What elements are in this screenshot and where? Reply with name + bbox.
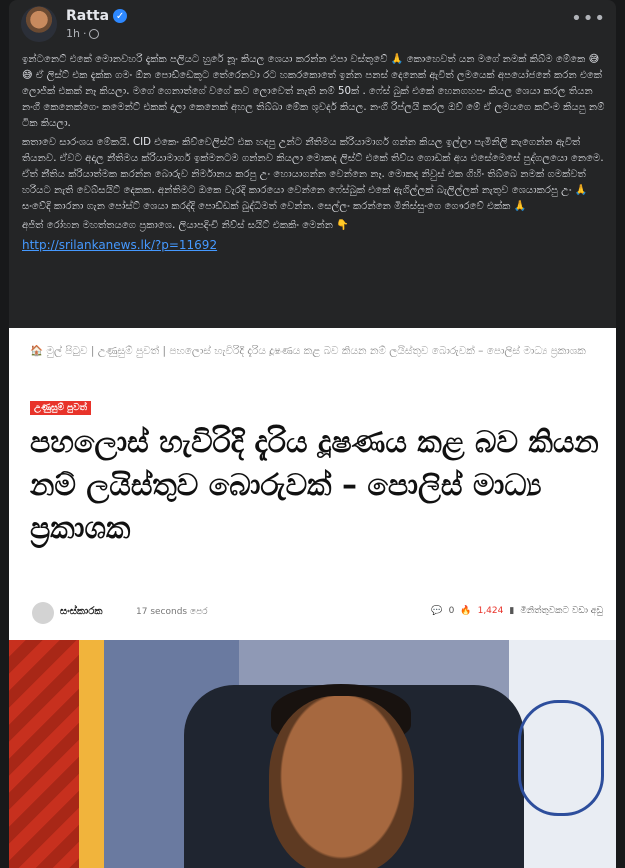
- post-paragraph-2: කතාවෙ සාරංශය මේකයි. CID එකෙං කිව්වෙලිස්ට…: [22, 137, 604, 212]
- verified-badge-icon: ✓: [113, 9, 128, 23]
- article-byline: සංස්කාරක 17 seconds පෙර 💬 0 🔥 1,424 ▮ මිනිත…: [30, 600, 605, 624]
- article-headline[interactable]: පහලොස් හැවිරිදි දැරිය දූෂණය කළ බව කියන න…: [30, 421, 600, 550]
- article-author-avatar: [32, 602, 54, 624]
- more-options-icon[interactable]: •••: [571, 8, 606, 29]
- author-name[interactable]: Ratta: [66, 8, 109, 24]
- post-body: ඉන්ටනෙට් එකේ මොනවහරි දැක්ක පලියට හුරේ නූ…: [22, 52, 607, 255]
- comments-icon: 💬: [431, 606, 443, 616]
- reading-time-icon: ▮: [509, 606, 515, 616]
- post-link[interactable]: http://srilankanews.lk/?p=11692: [22, 238, 217, 252]
- author-row: Ratta ✓: [66, 8, 128, 24]
- shared-article-preview[interactable]: 🏠 මුල් පිටුව | උණුසුම් පුවත් | පහලොස් හැ…: [9, 328, 616, 868]
- breadcrumb: 🏠 මුල් පිටුව | උණුසුම් පුවත් | පහලොස් හැ…: [30, 345, 586, 357]
- article-author[interactable]: සංස්කාරක: [60, 606, 103, 617]
- article-stats: 💬 0 🔥 1,424 ▮ මිනිත්තුවකට වඩා අඩු: [431, 606, 603, 616]
- flag-image: [9, 640, 79, 868]
- globe-icon: [89, 28, 100, 39]
- post-meta: 1h ·: [66, 27, 100, 40]
- views-count: 1,424: [477, 606, 504, 616]
- post-paragraph-3: අජිත් රෝහන මහත්තයගෙ ප්‍රකාශෙ. ලියාපදිංචි…: [22, 220, 349, 231]
- category-tag[interactable]: උණුසුම් පුවත්: [30, 401, 91, 415]
- reading-time: මිනිත්තුවකට වඩා අඩු: [520, 606, 603, 616]
- police-emblem: [518, 700, 604, 816]
- article-photo[interactable]: [9, 640, 616, 868]
- comments-count: 0: [448, 606, 455, 616]
- post-time[interactable]: 1h: [66, 27, 80, 40]
- views-icon: 🔥: [460, 606, 472, 616]
- article-time: 17 seconds පෙර: [136, 607, 208, 617]
- person-face: [269, 696, 414, 868]
- post-paragraph-1: ඉන්ටනෙට් එකේ මොනවහරි දැක්ක පලියට හුරේ නූ…: [22, 54, 605, 129]
- author-avatar[interactable]: [21, 6, 57, 42]
- post-card: Ratta ✓ 1h · ••• ඉන්ටනෙට් එකේ මොනවහරි දැ…: [9, 0, 616, 868]
